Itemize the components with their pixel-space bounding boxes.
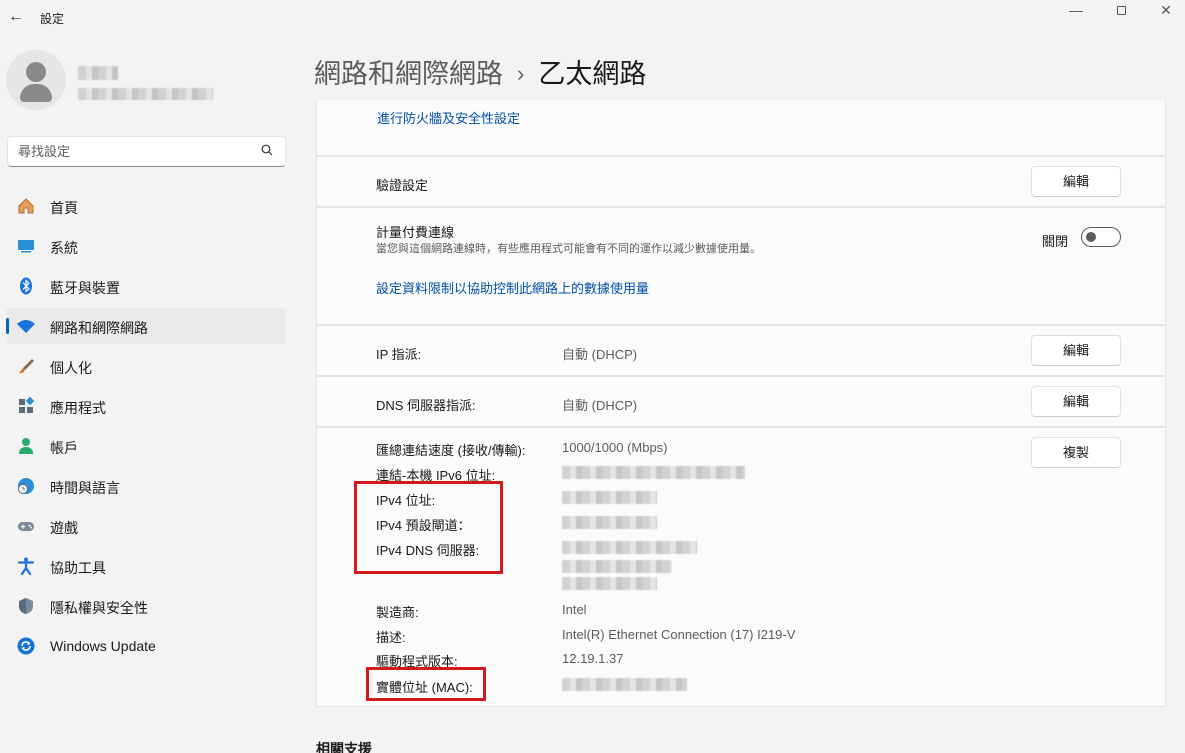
sidebar-item-label: 網路和網際網路 xyxy=(50,320,148,336)
toggle-knob xyxy=(1086,232,1096,242)
sidebar-item-label: 應用程式 xyxy=(50,400,106,416)
sidebar-item-label: 協助工具 xyxy=(50,560,106,576)
dns-card: DNS 伺服器指派: 自動 (DHCP) 編輯 xyxy=(316,376,1166,427)
related-support-heading: 相關支援 xyxy=(316,741,372,753)
sidebar-item-personalization[interactable]: 個人化 xyxy=(6,348,286,384)
auth-label: 驗證設定 xyxy=(376,178,429,193)
redacted-gateway xyxy=(562,516,657,529)
maximize-button[interactable] xyxy=(1098,0,1144,22)
ip-label: IP 指派: xyxy=(376,347,422,362)
sidebar-item-label: 時間與語言 xyxy=(50,480,120,496)
title-bar: ← 設定 — ✕ xyxy=(0,0,1185,36)
property-label: 匯總連結速度 (接收/傳輸): xyxy=(376,443,526,458)
sidebar-item-accounts[interactable]: 帳戶 xyxy=(6,428,286,464)
sidebar-item-label: 系統 xyxy=(50,240,78,256)
property-label: 製造商: xyxy=(376,605,419,620)
chevron-right-icon: › xyxy=(517,61,525,86)
metered-card: 計量付費連線 當您與這個網路連線時，有些應用程式可能會有不同的運作以減少數據使用… xyxy=(316,207,1166,325)
gamepad-icon xyxy=(18,522,34,531)
apps-icon xyxy=(19,396,35,413)
auth-edit-button[interactable]: 編輯 xyxy=(1031,166,1121,197)
ip-value: 自動 (DHCP) xyxy=(562,347,638,362)
sidebar-item-home[interactable]: 首頁 xyxy=(6,188,286,224)
redacted-user-name xyxy=(78,66,118,80)
sidebar-item-apps[interactable]: 應用程式 xyxy=(6,388,286,424)
sidebar-item-label: 藍牙與裝置 xyxy=(50,280,120,296)
shield-icon xyxy=(19,598,33,614)
sidebar-item-system[interactable]: 系統 xyxy=(6,228,286,264)
highlight-box-ipv4 xyxy=(354,481,503,574)
search-box[interactable] xyxy=(7,136,286,167)
bluetooth-icon xyxy=(20,277,32,295)
sidebar-item-windows-update[interactable]: Windows Update xyxy=(6,628,286,664)
property-value: Intel(R) Ethernet Connection (17) I219-V xyxy=(562,627,796,642)
avatar[interactable] xyxy=(6,50,66,110)
breadcrumb: 網路和網際網路 › 乙太網路 xyxy=(314,52,646,91)
metered-toggle[interactable] xyxy=(1081,227,1121,247)
ip-card: IP 指派: 自動 (DHCP) 編輯 xyxy=(316,325,1166,376)
minimize-button[interactable]: — xyxy=(1053,0,1099,22)
redacted-dns-2 xyxy=(562,560,672,573)
redacted-user-email xyxy=(78,88,213,100)
sidebar-item-label: 首頁 xyxy=(50,200,78,216)
dns-edit-button[interactable]: 編輯 xyxy=(1031,386,1121,417)
app-title: 設定 xyxy=(40,12,65,26)
sidebar-nav: 首頁 系統 藍牙與裝置 網路和網際網路 個人化 應用程式 帳戶 時間與語言 遊戲… xyxy=(6,188,286,668)
data-limit-link[interactable]: 設定資料限制以協助控制此網路上的數據使用量 xyxy=(376,278,649,297)
property-label: 描述: xyxy=(376,630,406,645)
wifi-icon xyxy=(17,320,35,333)
redacted-ipv6 xyxy=(562,466,745,479)
firewall-card: 進行防火牆及安全性設定 xyxy=(316,100,1166,156)
property-value: 1000/1000 (Mbps) xyxy=(562,440,668,455)
sidebar-item-label: 個人化 xyxy=(50,360,92,376)
accessibility-icon xyxy=(17,557,35,576)
redacted-dns-3 xyxy=(562,577,657,590)
system-icon xyxy=(18,240,34,253)
close-button[interactable]: ✕ xyxy=(1143,0,1185,22)
search-icon[interactable] xyxy=(261,144,273,156)
metered-toggle-label: 關閉 xyxy=(1042,234,1069,249)
windows-update-icon xyxy=(17,637,35,655)
back-arrow-icon[interactable]: ← xyxy=(6,7,26,27)
property-value: Intel xyxy=(562,602,587,617)
sidebar-item-privacy[interactable]: 隱私權與安全性 xyxy=(6,588,286,624)
brush-icon xyxy=(19,359,34,374)
sidebar-item-time-language[interactable]: 時間與語言 xyxy=(6,468,286,504)
sidebar-item-gaming[interactable]: 遊戲 xyxy=(6,508,286,544)
breadcrumb-parent[interactable]: 網路和網際網路 xyxy=(314,59,503,89)
dns-value: 自動 (DHCP) xyxy=(562,398,638,413)
sidebar-item-bluetooth[interactable]: 藍牙與裝置 xyxy=(6,268,286,304)
sidebar-item-network[interactable]: 網路和網際網路 xyxy=(6,308,286,344)
maximize-icon xyxy=(1116,6,1126,15)
redacted-ipv4 xyxy=(562,491,657,504)
metered-title: 計量付費連線 xyxy=(376,225,455,240)
firewall-settings-link[interactable]: 進行防火牆及安全性設定 xyxy=(377,108,520,127)
auth-card: 驗證設定 編輯 xyxy=(316,156,1166,207)
redacted-dns-1 xyxy=(562,541,697,554)
search-input[interactable] xyxy=(18,144,248,159)
ip-edit-button[interactable]: 編輯 xyxy=(1031,335,1121,366)
sidebar-item-label: 遊戲 xyxy=(50,520,78,536)
avatar-head xyxy=(26,62,46,82)
time-language-icon xyxy=(18,478,34,494)
sidebar-item-label: 帳戶 xyxy=(50,440,78,456)
sidebar-item-accessibility[interactable]: 協助工具 xyxy=(6,548,286,584)
avatar-body xyxy=(20,84,52,102)
page-title: 乙太網路 xyxy=(538,59,647,89)
copy-button[interactable]: 複製 xyxy=(1031,437,1121,468)
dns-label: DNS 伺服器指派: xyxy=(376,398,476,413)
home-icon xyxy=(18,198,34,214)
metered-description: 當您與這個網路連線時，有些應用程式可能會有不同的運作以減少數據使用量。 xyxy=(376,243,761,255)
redacted-mac xyxy=(562,678,687,691)
sidebar-item-label: Windows Update xyxy=(50,638,156,654)
sidebar-item-label: 隱私權與安全性 xyxy=(50,600,148,616)
highlight-box-mac xyxy=(366,667,486,701)
account-icon xyxy=(19,438,33,454)
property-value: 12.19.1.37 xyxy=(562,651,624,666)
